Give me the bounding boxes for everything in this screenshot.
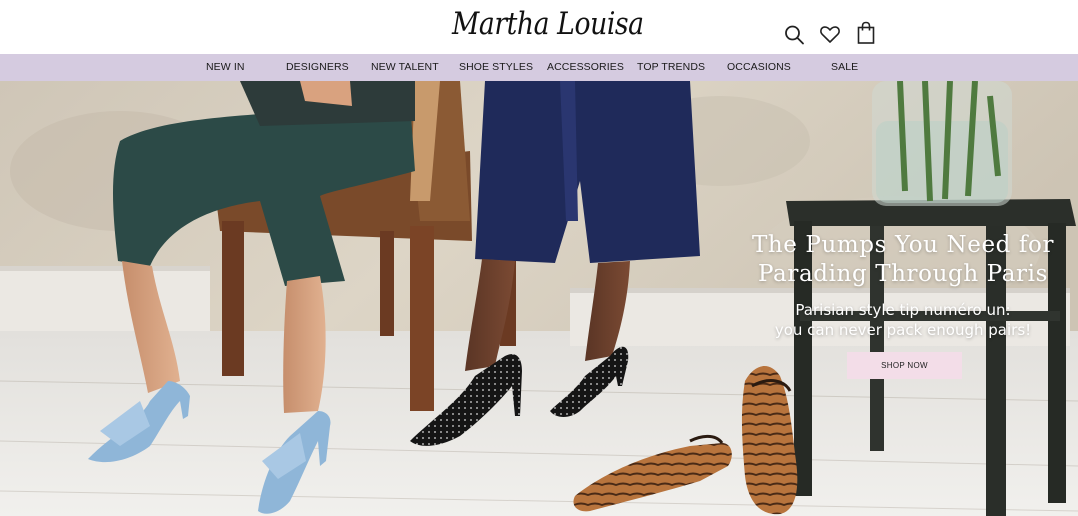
nav-item-shoe-styles[interactable]: SHOE STYLES bbox=[459, 54, 533, 81]
hero-title: The Pumps You Need for Parading Through … bbox=[742, 231, 1064, 289]
heart-icon[interactable] bbox=[819, 23, 841, 47]
shop-now-button[interactable]: SHOP NOW bbox=[847, 352, 962, 379]
nav-item-accessories[interactable]: ACCESSORIES bbox=[547, 54, 624, 81]
nav-item-designers[interactable]: DESIGNERS bbox=[286, 54, 349, 81]
hero-banner[interactable]: The Pumps You Need for Parading Through … bbox=[0, 81, 1078, 516]
search-icon[interactable] bbox=[783, 23, 805, 47]
site-logo[interactable]: Martha Louisa bbox=[452, 6, 644, 42]
nav-item-occasions[interactable]: OCCASIONS bbox=[727, 54, 791, 81]
nav-item-top-trends[interactable]: TOP TRENDS bbox=[637, 54, 705, 81]
nav-item-sale[interactable]: SALE bbox=[831, 54, 858, 81]
nav-item-new-talent[interactable]: NEW TALENT bbox=[371, 54, 439, 81]
hero-image bbox=[0, 81, 1078, 516]
hero-subtitle: Parisian style tip numéro un: you can ne… bbox=[742, 300, 1064, 340]
hero-subtitle-line-1: Parisian style tip numéro un: bbox=[795, 301, 1011, 319]
main-nav: NEW IN DESIGNERS NEW TALENT SHOE STYLES … bbox=[0, 54, 1078, 81]
nav-item-new-in[interactable]: NEW IN bbox=[206, 54, 245, 81]
site-header: Martha Louisa bbox=[0, 0, 1078, 54]
hero-title-line-2: Parading Through Paris bbox=[758, 261, 1048, 287]
shopping-bag-icon[interactable] bbox=[855, 21, 877, 45]
hero-subtitle-line-2: you can never pack enough pairs! bbox=[774, 321, 1032, 339]
hero-title-line-1: The Pumps You Need for bbox=[751, 232, 1055, 258]
